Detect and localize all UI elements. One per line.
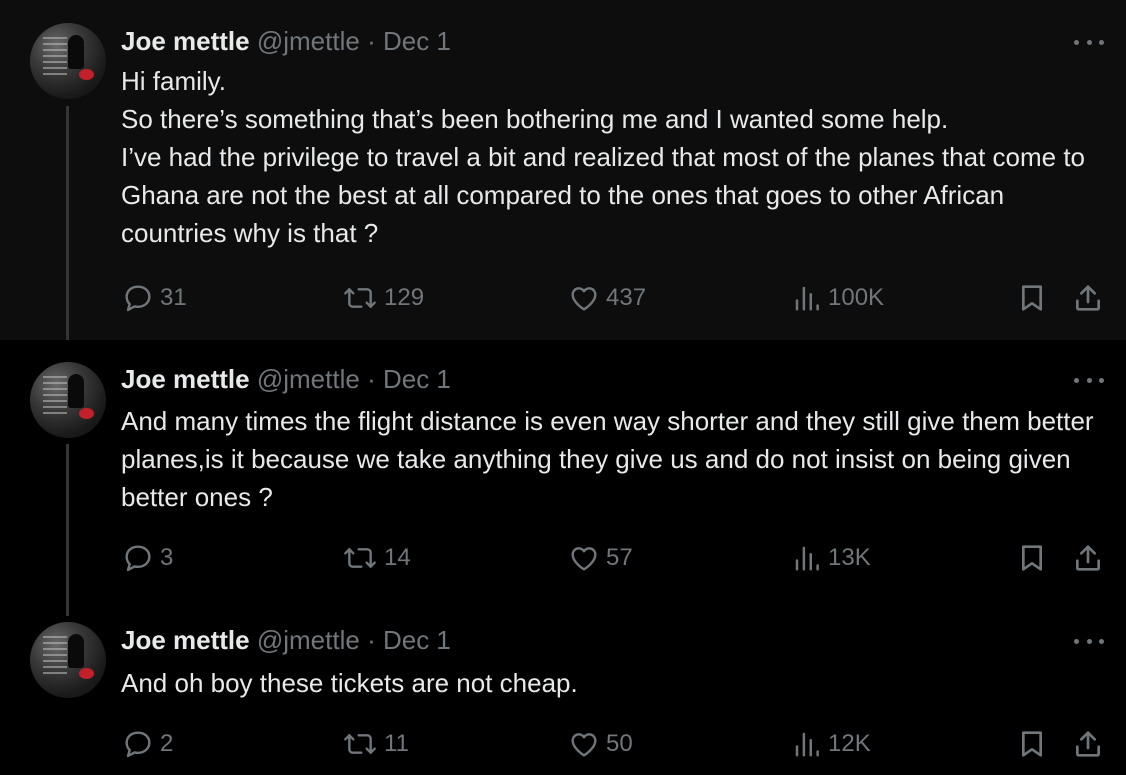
tweet-text: And many times the flight distance is ev…: [121, 402, 1111, 516]
tweet-actions: 2 11 50 12K: [0, 727, 1126, 761]
reply-button[interactable]: 3: [122, 541, 173, 575]
more-dots-icon[interactable]: [1074, 35, 1104, 49]
reply-count: 3: [160, 544, 174, 571]
reply-count: 31: [160, 284, 187, 311]
reply-button[interactable]: 2: [122, 727, 173, 761]
author-handle[interactable]: @jmettle: [257, 625, 360, 655]
like-count: 50: [606, 730, 633, 757]
bookmark-button[interactable]: [1016, 281, 1048, 315]
heart-icon: [571, 287, 597, 311]
repost-button[interactable]: 14: [342, 541, 411, 575]
share-button[interactable]: [1072, 541, 1104, 575]
header-separator: ·: [367, 625, 376, 655]
author-name[interactable]: Joe mettle: [121, 364, 250, 394]
header-separator: ·: [367, 364, 376, 394]
tweet[interactable]: Joe mettle @jmettle · Dec 1 Hi family. S…: [0, 0, 1126, 340]
tweet-actions: 31 129 437 100K: [0, 281, 1126, 315]
share-button[interactable]: [1072, 727, 1104, 761]
views-count: 100K: [828, 284, 885, 311]
share-button[interactable]: [1072, 281, 1104, 315]
tweet-header: Joe mettle @jmettle · Dec 1: [121, 26, 451, 56]
views-button[interactable]: 100K: [792, 281, 884, 315]
tweet-text: Hi family. So there’s something that’s b…: [121, 62, 1111, 252]
tweet-text-line: Hi family.: [121, 66, 226, 96]
like-button[interactable]: 437: [568, 281, 646, 315]
repost-button[interactable]: 129: [342, 281, 424, 315]
bar-chart-icon: [795, 732, 819, 757]
avatar[interactable]: [30, 23, 106, 99]
author-handle[interactable]: @jmettle: [257, 364, 360, 394]
bar-chart-icon: [795, 546, 819, 571]
repost-arrows-icon: [344, 288, 376, 308]
thread-connector-line: [66, 444, 69, 616]
speech-bubble-icon: [125, 545, 151, 572]
share-upload-icon: [1076, 731, 1100, 757]
speech-bubble-icon: [125, 285, 151, 312]
repost-arrows-icon: [344, 734, 376, 754]
views-count: 13K: [828, 544, 871, 571]
views-count: 12K: [828, 730, 871, 757]
tweet-text-line: I’ve had the privilege to travel a bit a…: [121, 142, 1086, 248]
reply-count: 2: [160, 730, 174, 757]
share-upload-icon: [1076, 285, 1100, 311]
tweet-header: Joe mettle @jmettle · Dec 1: [121, 364, 451, 394]
repost-arrows-icon: [344, 548, 376, 568]
like-button[interactable]: 50: [568, 727, 633, 761]
share-upload-icon: [1076, 545, 1100, 571]
repost-count: 129: [384, 284, 425, 311]
tweet-date[interactable]: Dec 1: [383, 364, 451, 394]
like-count: 437: [606, 284, 647, 311]
more-dots-icon[interactable]: [1074, 634, 1104, 648]
repost-button[interactable]: 11: [342, 727, 409, 761]
bookmark-button[interactable]: [1016, 727, 1048, 761]
author-name[interactable]: Joe mettle: [121, 26, 250, 56]
tweet-header: Joe mettle @jmettle · Dec 1: [121, 625, 451, 655]
avatar[interactable]: [30, 622, 106, 698]
tweet-text-line: And many times the flight distance is ev…: [121, 406, 1094, 512]
bookmark-icon: [1022, 545, 1042, 571]
more-dots-icon[interactable]: [1074, 373, 1104, 387]
tweet-text-line: So there’s something that’s been botheri…: [121, 104, 949, 134]
author-handle[interactable]: @jmettle: [257, 26, 360, 56]
tweet[interactable]: Joe mettle @jmettle · Dec 1 And many tim…: [0, 340, 1126, 616]
speech-bubble-icon: [125, 731, 151, 758]
author-name[interactable]: Joe mettle: [121, 625, 250, 655]
heart-icon: [571, 547, 597, 571]
reply-button[interactable]: 31: [122, 281, 187, 315]
views-button[interactable]: 12K: [792, 727, 871, 761]
tweet-date[interactable]: Dec 1: [383, 26, 451, 56]
bookmark-icon: [1022, 731, 1042, 757]
tweet-text-line: And oh boy these tickets are not cheap.: [121, 668, 578, 698]
tweet-text: And oh boy these tickets are not cheap.: [121, 664, 1111, 702]
header-separator: ·: [367, 26, 376, 56]
views-button[interactable]: 13K: [792, 541, 871, 575]
bar-chart-icon: [795, 286, 819, 311]
bookmark-icon: [1022, 285, 1042, 311]
tweet-actions: 3 14 57 13K: [0, 541, 1126, 575]
like-button[interactable]: 57: [568, 541, 633, 575]
repost-count: 11: [384, 730, 409, 757]
bookmark-button[interactable]: [1016, 541, 1048, 575]
avatar[interactable]: [30, 362, 106, 438]
tweet[interactable]: Joe mettle @jmettle · Dec 1 And oh boy t…: [0, 616, 1126, 775]
repost-count: 14: [384, 544, 411, 571]
tweet-date[interactable]: Dec 1: [383, 625, 451, 655]
like-count: 57: [606, 544, 633, 571]
heart-icon: [571, 733, 597, 757]
